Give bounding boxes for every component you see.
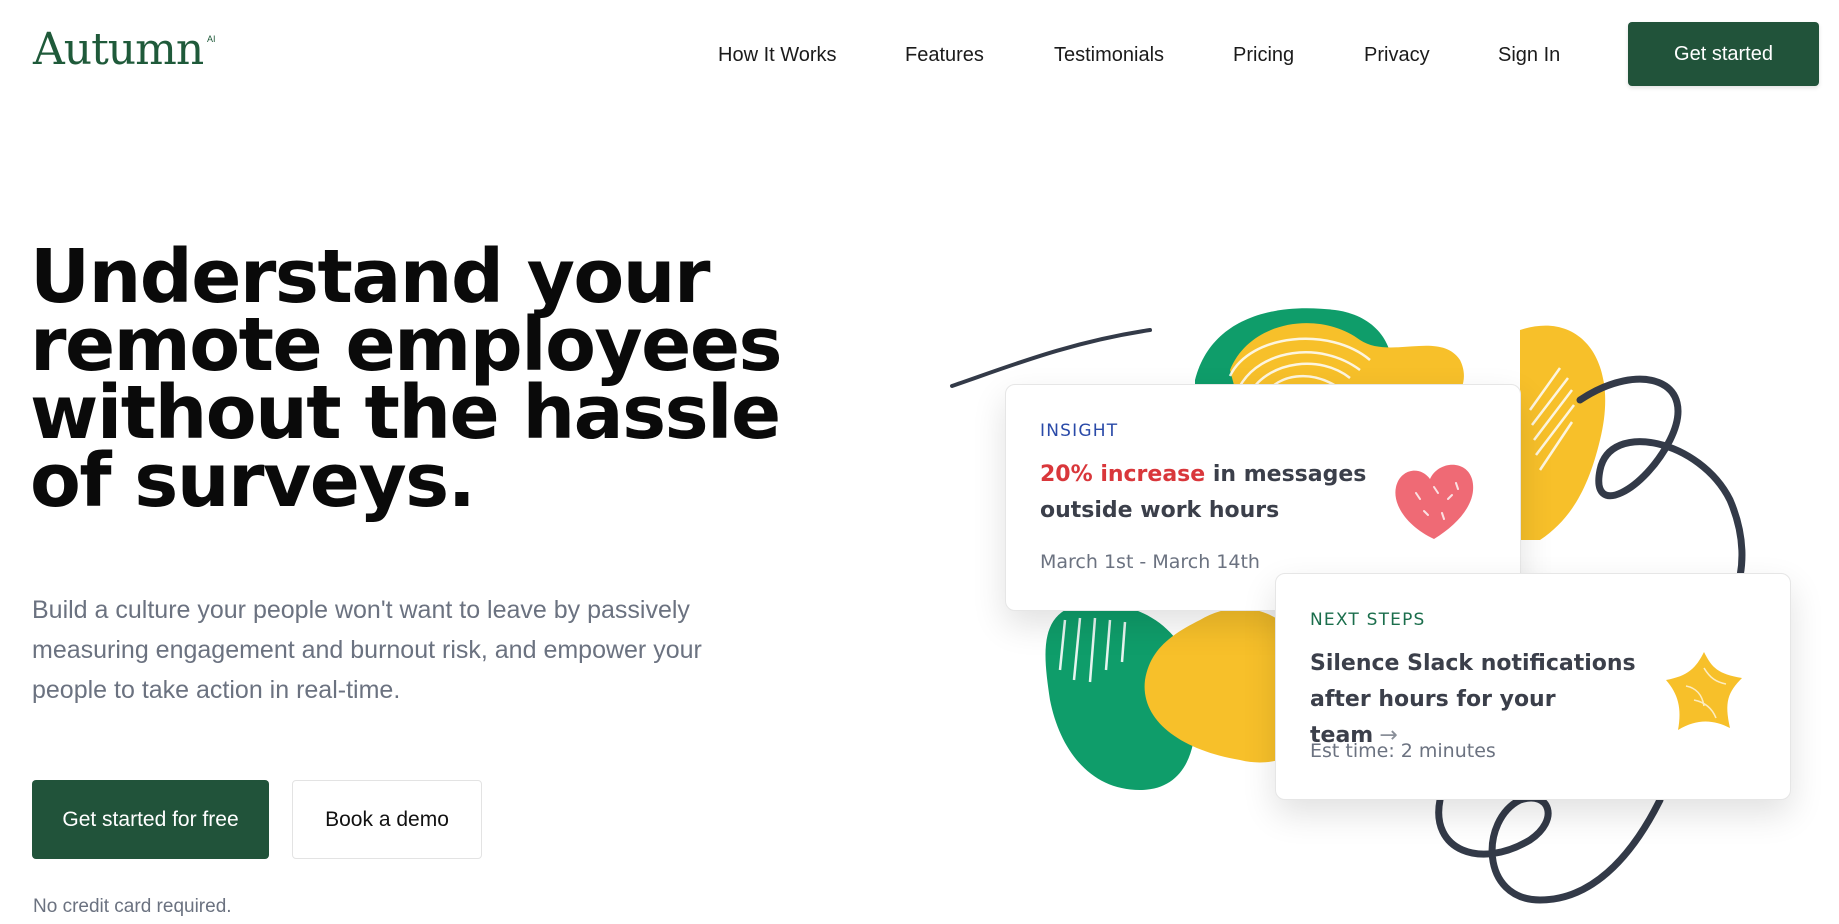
get-started-free-button[interactable]: Get started for free bbox=[32, 780, 269, 859]
star-icon bbox=[1666, 652, 1742, 730]
next-steps-title-text: Silence Slack notifications after hours … bbox=[1310, 651, 1636, 748]
insight-date-range: March 1st - March 14th bbox=[1040, 551, 1260, 573]
next-steps-tag: NEXT STEPS bbox=[1310, 610, 1426, 630]
insight-title: 20% increase in messages outside work ho… bbox=[1040, 457, 1370, 529]
next-steps-est-time: Est time: 2 minutes bbox=[1310, 740, 1496, 762]
no-credit-card-note: No credit card required. bbox=[33, 896, 232, 917]
nav-sign-in[interactable]: Sign In bbox=[1498, 44, 1560, 67]
decorative-stroke bbox=[950, 328, 1152, 388]
nav-privacy[interactable]: Privacy bbox=[1364, 44, 1430, 67]
nav-testimonials[interactable]: Testimonials bbox=[1054, 44, 1164, 67]
heart-icon bbox=[1395, 464, 1474, 539]
dark-loop-bottom bbox=[1435, 794, 1664, 904]
nav-features[interactable]: Features bbox=[905, 44, 984, 67]
yellow-blob-right bbox=[1520, 325, 1606, 540]
nav-pricing[interactable]: Pricing bbox=[1233, 44, 1294, 67]
insight-tag: INSIGHT bbox=[1040, 421, 1119, 441]
next-steps-card[interactable]: NEXT STEPS Silence Slack notifications a… bbox=[1275, 573, 1791, 800]
nav-how-it-works[interactable]: How It Works bbox=[718, 44, 837, 67]
insight-accent: 20% increase bbox=[1040, 462, 1206, 487]
brand-superscript: AI bbox=[207, 34, 216, 44]
next-steps-title[interactable]: Silence Slack notifications after hours … bbox=[1310, 646, 1640, 754]
get-started-button[interactable]: Get started bbox=[1628, 22, 1819, 86]
site-header: Autumn AI How It Works Features Testimon… bbox=[0, 0, 1839, 110]
hero-headline: Understand your remote employees without… bbox=[30, 234, 783, 524]
book-demo-button[interactable]: Book a demo bbox=[292, 780, 482, 859]
hero-subtext: Build a culture your people won't want t… bbox=[32, 596, 702, 704]
brand-logo[interactable]: Autumn bbox=[33, 24, 204, 75]
